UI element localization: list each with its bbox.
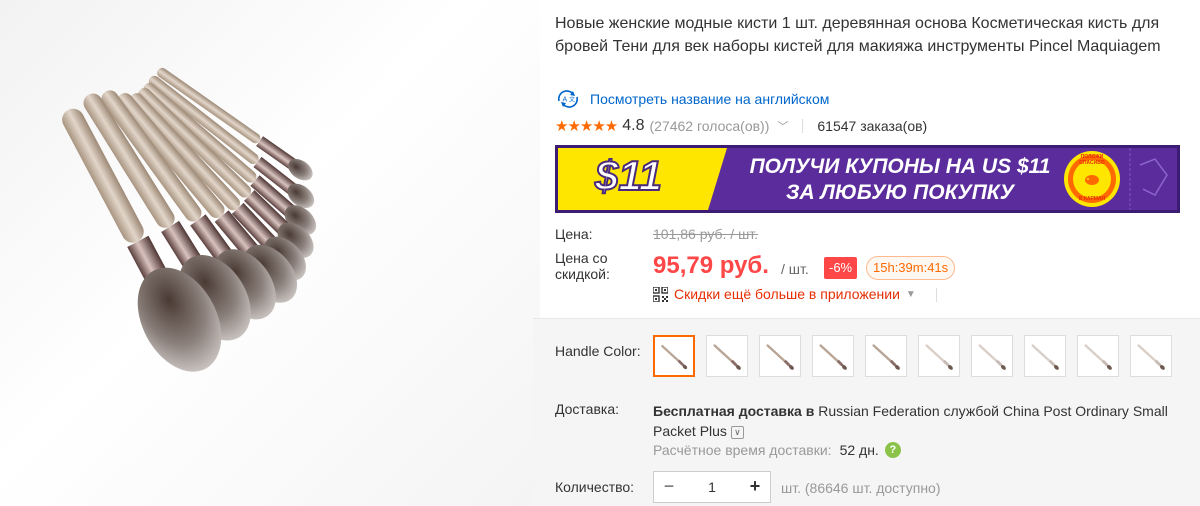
delivery-eta: Расчётное время доставки: 52 дн. ?	[653, 442, 901, 458]
eta-label: Расчётное время доставки:	[653, 442, 832, 458]
free-shipping-text: Бесплатная доставка в	[653, 403, 815, 419]
old-price: 101,86 руб. / шт.	[653, 226, 759, 242]
handle-color-swatch[interactable]	[1024, 335, 1066, 377]
svg-text:A: A	[563, 97, 568, 104]
divider	[936, 288, 937, 302]
price-unit: / шт.	[781, 261, 809, 277]
countdown-timer: 15h:39m:41s	[866, 256, 956, 280]
discount-price-label: Цена со скидкой:	[555, 250, 610, 282]
handle-color-swatch[interactable]	[653, 335, 695, 377]
discount-price-label-2: скидкой:	[555, 266, 610, 282]
banner-badge-top: ПОЛОЖИ СПАСИБО	[1079, 154, 1105, 166]
shipping-label: Доставка:	[555, 401, 620, 417]
rating-value: 4.8	[622, 117, 645, 134]
eta-days: 52 дн.	[839, 442, 879, 458]
price-label: Цена:	[555, 226, 593, 242]
quantity-available: шт. (86646 шт. доступно)	[781, 480, 941, 496]
handle-color-swatches	[653, 335, 1183, 377]
quantity-label: Количество:	[555, 479, 635, 495]
handle-color-swatch[interactable]	[865, 335, 907, 377]
rating-row: ★★★★★ 4.8 (27462 голоса(ов)) ﹀ 61547 зак…	[555, 115, 927, 137]
app-deal-text[interactable]: Скидки ещё больше в приложении	[674, 286, 900, 302]
svg-text:文: 文	[569, 96, 575, 104]
handle-color-swatch[interactable]	[1077, 335, 1119, 377]
translate-icon: A 文	[555, 89, 581, 109]
divider	[802, 119, 804, 133]
brush-set-illustration	[62, 67, 317, 372]
rating-votes-link[interactable]: (27462 голоса(ов))	[650, 118, 770, 134]
shipping-options-chevron-icon[interactable]: ∨	[730, 425, 744, 439]
chevron-down-icon[interactable]: ﹀	[777, 118, 788, 134]
handle-color-swatch[interactable]	[918, 335, 960, 377]
translate-title-link[interactable]: A 文 Посмотреть название на английском	[555, 89, 829, 109]
coupon-banner[interactable]: $11 ПОЛУЧИ КУПОНЫ НА US $11 ЗА ЛЮБУЮ ПОК…	[555, 145, 1180, 213]
discount-price: 95,79 руб.	[653, 252, 769, 279]
discount-price-label-1: Цена со	[555, 250, 608, 266]
handle-color-swatch[interactable]	[759, 335, 801, 377]
handle-color-swatch[interactable]	[706, 335, 748, 377]
app-deal-link[interactable]: Скидки ещё больше в приложении ▼	[653, 286, 916, 302]
rating-stars-icon: ★★★★★	[555, 118, 618, 135]
quantity-stepper: − +	[653, 471, 771, 503]
handle-color-label: Handle Color:	[555, 343, 641, 359]
quantity-increase-button[interactable]: +	[740, 472, 770, 502]
help-icon[interactable]: ?	[884, 442, 901, 458]
banner-badge-bottom: В КАРМАН	[1078, 196, 1106, 202]
quantity-input[interactable]	[684, 472, 740, 502]
banner-line1: ПОЛУЧИ КУПОНЫ НА US $11	[749, 155, 1051, 178]
handle-color-swatch[interactable]	[971, 335, 1013, 377]
banner-amount: $11	[594, 151, 663, 200]
product-image[interactable]	[0, 0, 540, 506]
handle-color-swatch[interactable]	[1130, 335, 1172, 377]
orders-count: 61547 заказа(ов)	[817, 118, 928, 134]
handle-color-swatch[interactable]	[812, 335, 854, 377]
product-title: Новые женские модные кисти 1 шт. деревян…	[555, 15, 1161, 55]
quantity-decrease-button[interactable]: −	[654, 472, 684, 502]
banner-line2: ЗА ЛЮБУЮ ПОКУПКУ	[786, 181, 1014, 204]
caret-down-icon[interactable]: ▼	[906, 289, 916, 300]
qr-code-icon	[653, 286, 668, 302]
shipping-info: Бесплатная доставка в Russian Federation…	[653, 401, 1183, 441]
translate-link-text[interactable]: Посмотреть название на английском	[590, 91, 829, 107]
discount-badge: -6%	[824, 257, 858, 279]
